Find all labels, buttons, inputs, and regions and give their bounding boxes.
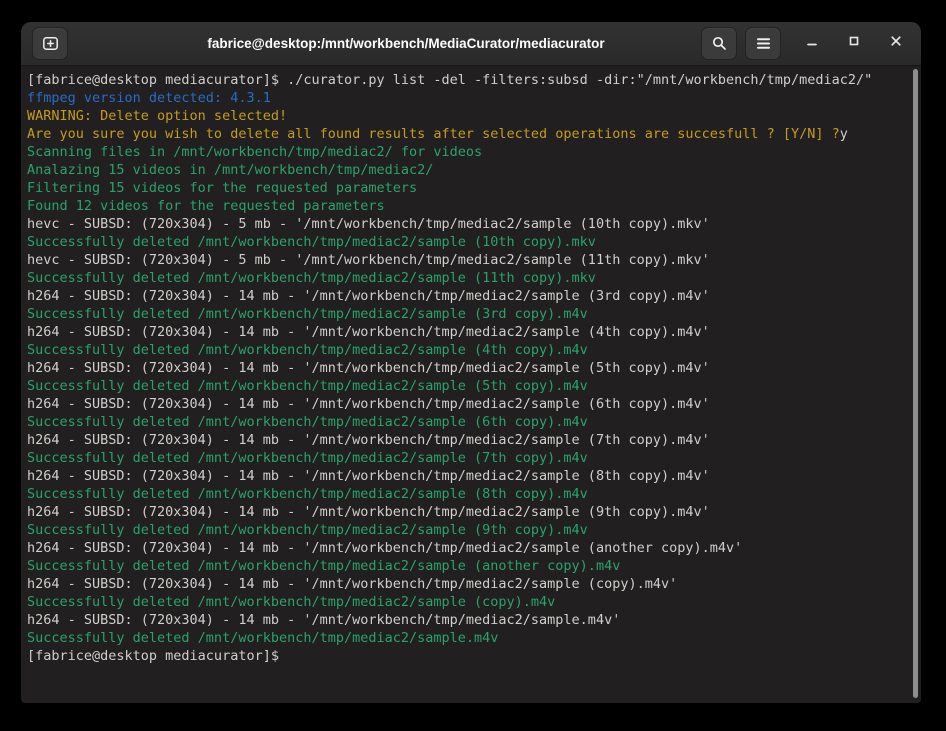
- titlebar-controls: [701, 27, 921, 60]
- hamburger-menu-icon: [756, 37, 771, 50]
- terminal-line: h264 - SUBSD: (720x304) - 14 mb - '/mnt/…: [27, 395, 907, 413]
- minimize-button[interactable]: [797, 27, 827, 60]
- maximize-button[interactable]: [839, 27, 869, 60]
- terminal-text-segment: Successfully deleted /mnt/workbench/tmp/…: [27, 558, 620, 574]
- terminal-line: Successfully deleted /mnt/workbench/tmp/…: [27, 593, 907, 611]
- terminal-text-segment: h264 - SUBSD: (720x304) - 14 mb - '/mnt/…: [27, 612, 620, 628]
- terminal-text-segment: Successfully deleted /mnt/workbench/tmp/…: [27, 486, 588, 502]
- terminal-line: Successfully deleted /mnt/workbench/tmp/…: [27, 341, 907, 359]
- terminal-text-segment: Successfully deleted /mnt/workbench/tmp/…: [27, 450, 588, 466]
- window-title: fabrice@desktop:/mnt/workbench/MediaCura…: [141, 22, 671, 65]
- terminal-text-segment: hevc - SUBSD: (720x304) - 5 mb - '/mnt/w…: [27, 252, 710, 268]
- terminal-text-segment: Successfully deleted /mnt/workbench/tmp/…: [27, 306, 588, 322]
- terminal-text-segment: hevc - SUBSD: (720x304) - 5 mb - '/mnt/w…: [27, 216, 710, 232]
- search-button[interactable]: [701, 27, 737, 60]
- titlebar[interactable]: fabrice@desktop:/mnt/workbench/MediaCura…: [21, 22, 921, 66]
- terminal-text-segment: Successfully deleted /mnt/workbench/tmp/…: [27, 414, 588, 430]
- terminal-line: Successfully deleted /mnt/workbench/tmp/…: [27, 449, 907, 467]
- terminal-text-segment: Successfully deleted /mnt/workbench/tmp/…: [27, 234, 596, 250]
- terminal-line: h264 - SUBSD: (720x304) - 14 mb - '/mnt/…: [27, 431, 907, 449]
- terminal-text-segment: h264 - SUBSD: (720x304) - 14 mb - '/mnt/…: [27, 576, 677, 592]
- terminal-text-segment: Are you sure you wish to delete all foun…: [27, 126, 840, 142]
- terminal-line: h264 - SUBSD: (720x304) - 14 mb - '/mnt/…: [27, 611, 907, 629]
- terminal-text-segment: h264 - SUBSD: (720x304) - 14 mb - '/mnt/…: [27, 288, 710, 304]
- terminal-line: h264 - SUBSD: (720x304) - 14 mb - '/mnt/…: [27, 503, 907, 521]
- terminal-line: Filtering 15 videos for the requested pa…: [27, 179, 907, 197]
- terminal-line: Scanning files in /mnt/workbench/tmp/med…: [27, 143, 907, 161]
- terminal-text-segment: WARNING: Delete option selected!: [27, 108, 287, 124]
- terminal-line: [fabrice@desktop mediacurator]$ ./curato…: [27, 71, 907, 89]
- scrollbar-thumb[interactable]: [913, 69, 918, 698]
- terminal-text-segment: h264 - SUBSD: (720x304) - 14 mb - '/mnt/…: [27, 360, 710, 376]
- terminal-line: Successfully deleted /mnt/workbench/tmp/…: [27, 305, 907, 323]
- new-tab-button[interactable]: [32, 27, 68, 60]
- terminal-text-segment: [fabrice@desktop mediacurator]$ ./curato…: [27, 72, 872, 88]
- terminal-text-segment: ffmpeg version detected: 4.3.1: [27, 90, 271, 106]
- terminal-text-segment: Successfully deleted /mnt/workbench/tmp/…: [27, 342, 588, 358]
- terminal-line: hevc - SUBSD: (720x304) - 5 mb - '/mnt/w…: [27, 215, 907, 233]
- search-icon: [711, 35, 728, 52]
- terminal-text-segment: Successfully deleted /mnt/workbench/tmp/…: [27, 270, 596, 286]
- terminal-text-segment: h264 - SUBSD: (720x304) - 14 mb - '/mnt/…: [27, 324, 710, 340]
- terminal-line: Are you sure you wish to delete all foun…: [27, 125, 907, 143]
- terminal-line: Successfully deleted /mnt/workbench/tmp/…: [27, 557, 907, 575]
- terminal-text-segment: Successfully deleted /mnt/workbench/tmp/…: [27, 522, 588, 538]
- terminal-line: Successfully deleted /mnt/workbench/tmp/…: [27, 377, 907, 395]
- terminal-text-segment: h264 - SUBSD: (720x304) - 14 mb - '/mnt/…: [27, 504, 710, 520]
- terminal-line: Analazing 15 videos in /mnt/workbench/tm…: [27, 161, 907, 179]
- terminal-line: h264 - SUBSD: (720x304) - 14 mb - '/mnt/…: [27, 359, 907, 377]
- terminal-line: Successfully deleted /mnt/workbench/tmp/…: [27, 521, 907, 539]
- terminal-line: ffmpeg version detected: 4.3.1: [27, 89, 907, 107]
- terminal-text-segment: Filtering 15 videos for the requested pa…: [27, 180, 417, 196]
- terminal-text-segment: Analazing 15 videos in /mnt/workbench/tm…: [27, 162, 433, 178]
- terminal-line: h264 - SUBSD: (720x304) - 14 mb - '/mnt/…: [27, 467, 907, 485]
- terminal-line: WARNING: Delete option selected!: [27, 107, 907, 125]
- maximize-icon: [847, 34, 861, 53]
- terminal-text-segment: Successfully deleted /mnt/workbench/tmp/…: [27, 378, 588, 394]
- terminal-line: h264 - SUBSD: (720x304) - 14 mb - '/mnt/…: [27, 287, 907, 305]
- terminal-line: Successfully deleted /mnt/workbench/tmp/…: [27, 629, 907, 647]
- terminal-output[interactable]: [fabrice@desktop mediacurator]$ ./curato…: [21, 66, 921, 703]
- terminal-line: Successfully deleted /mnt/workbench/tmp/…: [27, 413, 907, 431]
- terminal-window: fabrice@desktop:/mnt/workbench/MediaCura…: [21, 22, 921, 703]
- close-icon: [889, 34, 903, 53]
- terminal-text-segment: [fabrice@desktop mediacurator]$: [27, 648, 287, 664]
- terminal-text-segment: h264 - SUBSD: (720x304) - 14 mb - '/mnt/…: [27, 432, 710, 448]
- terminal-text-segment: h264 - SUBSD: (720x304) - 14 mb - '/mnt/…: [27, 468, 710, 484]
- terminal-text-segment: Successfully deleted /mnt/workbench/tmp/…: [27, 630, 498, 646]
- terminal-line: [fabrice@desktop mediacurator]$: [27, 647, 907, 665]
- menu-button[interactable]: [745, 27, 781, 60]
- terminal-line: Successfully deleted /mnt/workbench/tmp/…: [27, 485, 907, 503]
- new-tab-icon: [42, 35, 59, 52]
- terminal-text-segment: Scanning files in /mnt/workbench/tmp/med…: [27, 144, 482, 160]
- minimize-icon: [805, 34, 819, 53]
- terminal-line: Successfully deleted /mnt/workbench/tmp/…: [27, 233, 907, 251]
- terminal-text-segment: h264 - SUBSD: (720x304) - 14 mb - '/mnt/…: [27, 396, 710, 412]
- terminal-line: h264 - SUBSD: (720x304) - 14 mb - '/mnt/…: [27, 323, 907, 341]
- terminal-line: Found 12 videos for the requested parame…: [27, 197, 907, 215]
- terminal-line: h264 - SUBSD: (720x304) - 14 mb - '/mnt/…: [27, 539, 907, 557]
- terminal-text-segment: h264 - SUBSD: (720x304) - 14 mb - '/mnt/…: [27, 540, 742, 556]
- terminal-line: hevc - SUBSD: (720x304) - 5 mb - '/mnt/w…: [27, 251, 907, 269]
- close-button[interactable]: [881, 27, 911, 60]
- terminal-text-segment: y: [840, 126, 848, 142]
- terminal-line: Successfully deleted /mnt/workbench/tmp/…: [27, 269, 907, 287]
- terminal-text-segment: Successfully deleted /mnt/workbench/tmp/…: [27, 594, 555, 610]
- terminal-line: h264 - SUBSD: (720x304) - 14 mb - '/mnt/…: [27, 575, 907, 593]
- terminal-text-segment: Found 12 videos for the requested parame…: [27, 198, 385, 214]
